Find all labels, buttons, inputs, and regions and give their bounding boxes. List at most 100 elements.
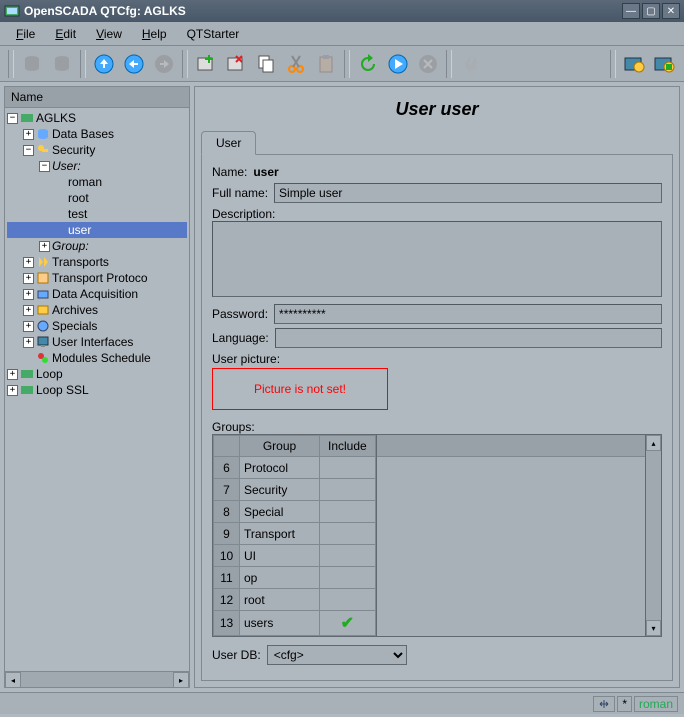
expand-icon[interactable]: + <box>23 289 34 300</box>
table-row[interactable]: 6Protocol <box>214 457 376 479</box>
ui-icon <box>36 335 50 349</box>
userdb-select[interactable]: <cfg> <box>267 645 407 665</box>
tab-user[interactable]: User <box>201 131 256 155</box>
expand-icon[interactable]: + <box>23 321 34 332</box>
tree-loop-ssl[interactable]: +Loop SSL <box>7 382 187 398</box>
window-title: OpenSCADA QTCfg: AGLKS <box>24 4 622 18</box>
schedule-icon <box>36 351 50 365</box>
menu-edit[interactable]: Edit <box>47 25 84 43</box>
tree-user-roman[interactable]: roman <box>7 174 187 190</box>
transport-icon <box>36 255 50 269</box>
station-icon <box>20 383 34 397</box>
description-input[interactable] <box>212 221 662 297</box>
item-add-icon[interactable] <box>192 50 220 78</box>
menu-file[interactable]: File <box>8 25 43 43</box>
password-input[interactable] <box>274 304 662 324</box>
expand-icon[interactable]: + <box>23 305 34 316</box>
archive-icon <box>36 303 50 317</box>
table-row[interactable]: 8Special <box>214 501 376 523</box>
tree-user-interfaces[interactable]: +User Interfaces <box>7 334 187 350</box>
collapse-icon[interactable]: − <box>39 161 50 172</box>
tree-user-test[interactable]: test <box>7 206 187 222</box>
cut-icon[interactable] <box>282 50 310 78</box>
status-indicator: * <box>617 696 632 712</box>
menu-qtstarter[interactable]: QTStarter <box>179 25 248 43</box>
expand-icon[interactable]: + <box>7 369 18 380</box>
table-row[interactable]: 12root <box>214 589 376 611</box>
tree-transport-protocols[interactable]: +Transport Protoco <box>7 270 187 286</box>
nav-back-icon[interactable] <box>120 50 148 78</box>
groups-vscroll[interactable]: ▴ ▾ <box>646 434 662 637</box>
tree-user-root[interactable]: root <box>7 190 187 206</box>
copy-icon[interactable] <box>252 50 280 78</box>
expand-icon[interactable]: + <box>23 337 34 348</box>
minimize-button[interactable]: — <box>622 3 640 19</box>
tree-body[interactable]: −AGLKS +Data Bases −Security −User: roma… <box>5 108 189 671</box>
tree-data-acq[interactable]: +Data Acquisition <box>7 286 187 302</box>
config-icon-2[interactable] <box>650 50 678 78</box>
status-resize-icon[interactable] <box>593 696 615 712</box>
close-button[interactable]: ✕ <box>662 3 680 19</box>
maximize-button[interactable]: ▢ <box>642 3 660 19</box>
collapse-icon[interactable]: − <box>7 113 18 124</box>
nav-up-icon[interactable] <box>90 50 118 78</box>
tree-databases[interactable]: +Data Bases <box>7 126 187 142</box>
app-icon <box>4 3 20 19</box>
refresh-icon[interactable] <box>354 50 382 78</box>
expand-icon[interactable]: + <box>23 129 34 140</box>
tree-specials[interactable]: +Specials <box>7 318 187 334</box>
language-label: Language: <box>212 331 269 345</box>
table-row[interactable]: 13users✔ <box>214 611 376 636</box>
run-icon[interactable] <box>384 50 412 78</box>
status-user[interactable]: roman <box>634 696 678 712</box>
scroll-down-icon[interactable]: ▾ <box>646 620 661 636</box>
groups-table[interactable]: GroupInclude 6Protocol7Security8Special9… <box>212 434 377 637</box>
col-include[interactable]: Include <box>320 436 376 457</box>
db-icon <box>36 127 50 141</box>
table-row[interactable]: 9Transport <box>214 523 376 545</box>
nav-forward-icon <box>150 50 178 78</box>
expand-icon[interactable]: + <box>23 273 34 284</box>
expand-icon[interactable]: + <box>39 241 50 252</box>
scroll-left-icon[interactable]: ◂ <box>5 672 21 688</box>
tree-user-user[interactable]: user <box>7 222 187 238</box>
fullname-label: Full name: <box>212 186 268 200</box>
fullname-input[interactable] <box>274 183 662 203</box>
expand-icon[interactable]: + <box>7 385 18 396</box>
groups-label: Groups: <box>212 420 255 434</box>
menubar: File Edit View Help QTStarter <box>0 22 684 46</box>
col-group[interactable]: Group <box>240 436 320 457</box>
tree-archives[interactable]: +Archives <box>7 302 187 318</box>
tabs: User <box>201 130 673 155</box>
table-row[interactable]: 10UI <box>214 545 376 567</box>
specials-icon <box>36 319 50 333</box>
tree-security[interactable]: −Security <box>7 142 187 158</box>
statusbar: * roman <box>0 692 684 714</box>
config-icon-1[interactable] <box>620 50 648 78</box>
menu-view[interactable]: View <box>88 25 130 43</box>
tree-transports[interactable]: +Transports <box>7 254 187 270</box>
table-row[interactable]: 7Security <box>214 479 376 501</box>
scroll-right-icon[interactable]: ▸ <box>173 672 189 688</box>
menu-help[interactable]: Help <box>134 25 175 43</box>
tree-root[interactable]: −AGLKS <box>7 110 187 126</box>
tree-modules-sched[interactable]: Modules Schedule <box>7 350 187 366</box>
tree-hscroll[interactable]: ◂ ▸ <box>5 671 189 687</box>
language-input[interactable] <box>275 328 662 348</box>
scroll-up-icon[interactable]: ▴ <box>646 435 661 451</box>
protocol-icon <box>36 271 50 285</box>
station-icon <box>20 111 34 125</box>
table-row[interactable]: 11op <box>214 567 376 589</box>
picture-box[interactable]: Picture is not set! <box>212 368 388 410</box>
tree-group-group[interactable]: +Group: <box>7 238 187 254</box>
tree-loop[interactable]: +Loop <box>7 366 187 382</box>
expand-icon[interactable]: + <box>23 257 34 268</box>
tab-content: Name: user Full name: Description: Passw… <box>201 155 673 681</box>
tree-user-group[interactable]: −User: <box>7 158 187 174</box>
item-delete-icon[interactable] <box>222 50 250 78</box>
db-save-icon <box>48 50 76 78</box>
titlebar: OpenSCADA QTCfg: AGLKS — ▢ ✕ <box>0 0 684 22</box>
toolbar <box>0 46 684 82</box>
page-title: User user <box>201 93 673 130</box>
collapse-icon[interactable]: − <box>23 145 34 156</box>
